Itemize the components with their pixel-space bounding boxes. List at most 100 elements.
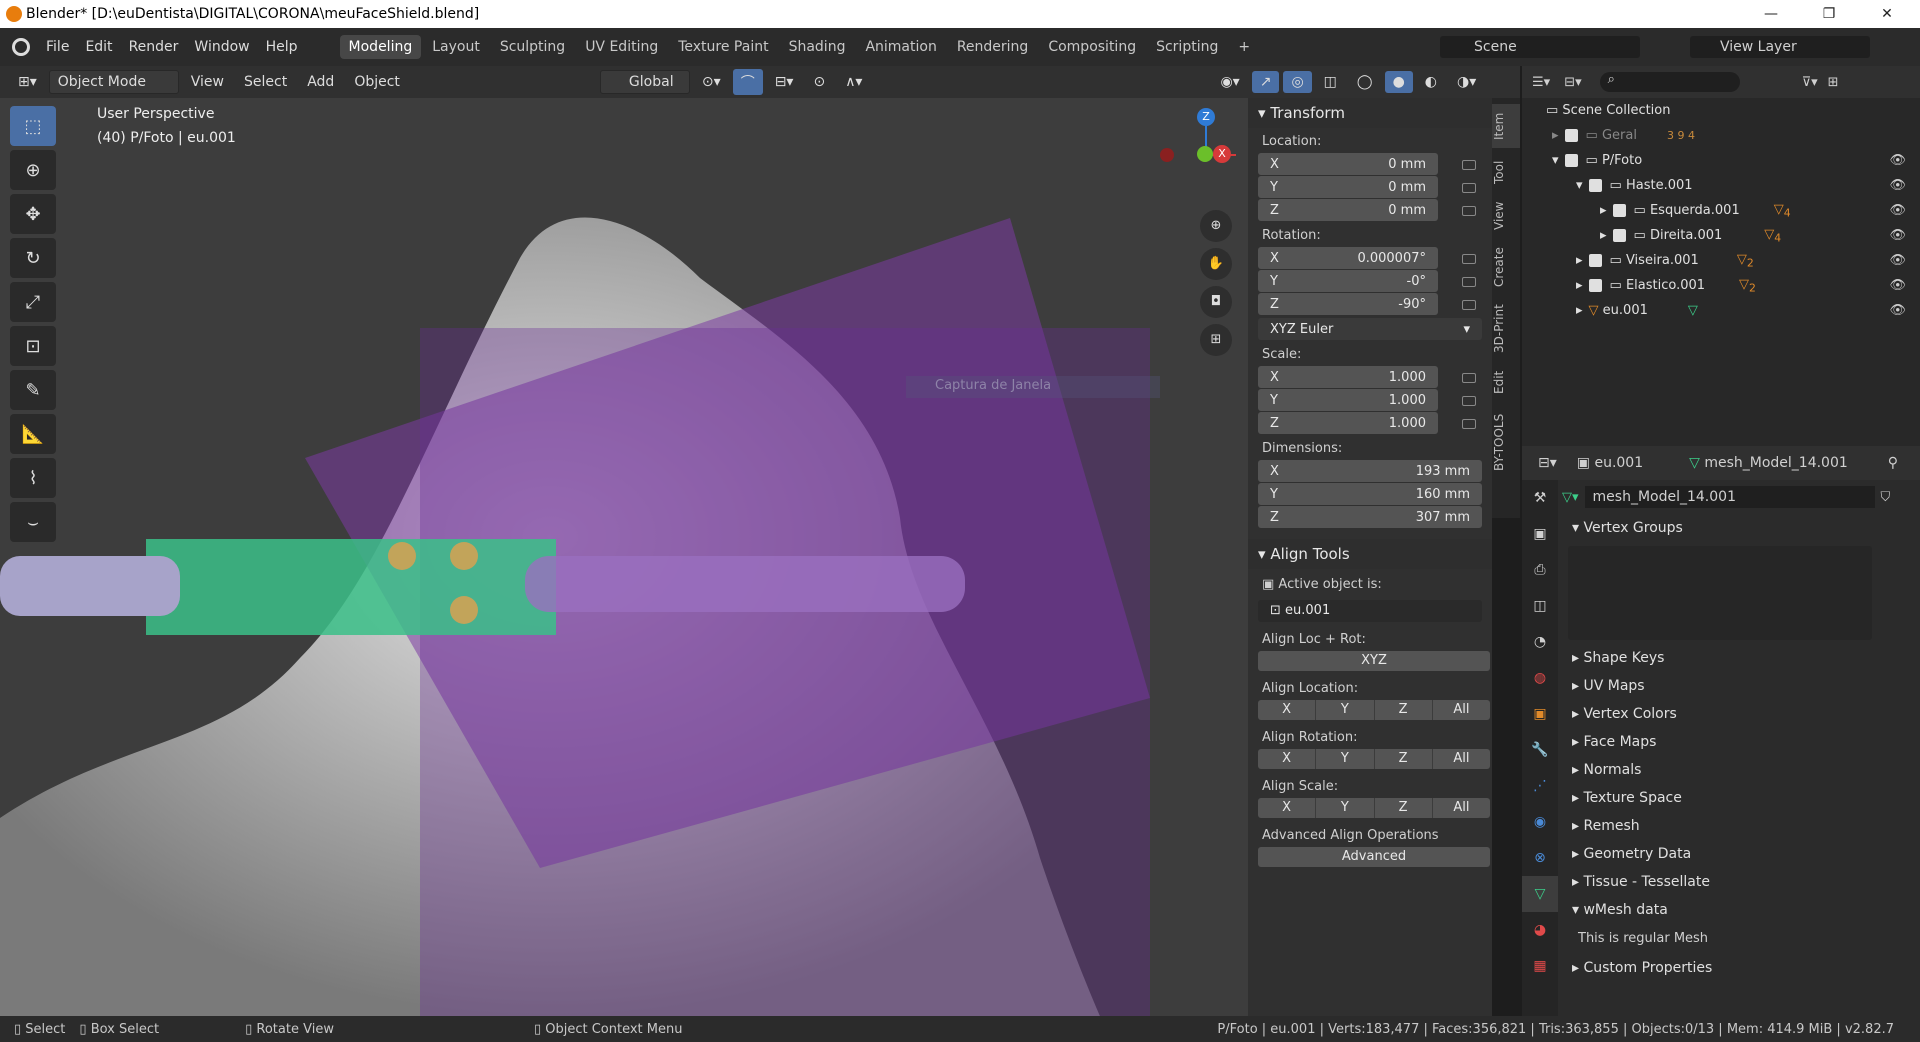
align-location-x-button[interactable]: X — [1258, 700, 1317, 720]
outliner-search-input[interactable]: ⌕ — [1599, 72, 1740, 92]
rotation-y-field[interactable]: Y -0° — [1258, 270, 1438, 292]
measure-icon[interactable]: 📐 — [10, 414, 56, 454]
eye-icon[interactable]: 👁 — [1889, 253, 1906, 268]
eye-icon[interactable]: 👁 — [1889, 303, 1906, 318]
select-box-icon[interactable]: ⬚ — [10, 106, 56, 146]
align-rotation-x-button[interactable]: X — [1258, 749, 1317, 769]
tab-layout[interactable]: Layout — [423, 35, 489, 59]
expand-icon[interactable]: ▸ — [1576, 303, 1583, 318]
location-z-field[interactable]: Z 0 mm — [1258, 199, 1438, 221]
lock-icon[interactable] — [1462, 395, 1476, 406]
menu-help[interactable]: Help — [258, 39, 306, 55]
lock-icon[interactable] — [1462, 253, 1476, 264]
rendered-shading-icon[interactable]: ◑▾ — [1449, 71, 1484, 93]
expand-icon[interactable]: ▸ — [1576, 253, 1583, 268]
menu-object[interactable]: Object — [346, 71, 408, 93]
dimension-z-field[interactable]: Z 307 mm — [1258, 506, 1482, 528]
section-geometry-data[interactable]: ▸ Geometry Data — [1558, 840, 1920, 868]
scale-x-field[interactable]: X 1.000 — [1258, 366, 1438, 388]
align-scale-x-button[interactable]: X — [1258, 798, 1317, 818]
expand-icon[interactable]: ▸ — [1576, 278, 1583, 293]
outliner-item-eu[interactable]: ▸ ▽ eu.001 ▽ 👁 — [1522, 298, 1920, 323]
tab-by-tools[interactable]: BY-TOOLS — [1492, 404, 1520, 480]
section-wmesh[interactable]: ▾ wMesh data — [1558, 896, 1920, 924]
checkbox[interactable] — [1564, 154, 1578, 167]
dimension-x-field[interactable]: X 193 mm — [1258, 460, 1482, 482]
pivot-icon[interactable]: ⊙▾ — [694, 71, 729, 93]
transform-header[interactable]: ▾ Transform — [1248, 98, 1492, 128]
output-tab-icon[interactable]: ⎙ — [1522, 552, 1558, 588]
advanced-button[interactable]: Advanced — [1258, 847, 1490, 867]
rotation-z-field[interactable]: Z -90° — [1258, 293, 1438, 315]
falloff-icon[interactable]: ∧▾ — [837, 71, 870, 93]
checkbox[interactable] — [1588, 179, 1602, 192]
lock-icon[interactable] — [1462, 182, 1476, 193]
menu-add[interactable]: Add — [299, 71, 342, 93]
proportional-edit-icon[interactable]: ⊙ — [805, 71, 833, 93]
data-tab-icon[interactable]: ▽ — [1522, 876, 1558, 912]
section-custom-properties[interactable]: ▸ Custom Properties — [1558, 954, 1920, 982]
expand-icon[interactable]: ▾ — [1576, 178, 1583, 193]
vertex-groups-list[interactable] — [1568, 546, 1872, 640]
orientation-dropdown[interactable]: Global — [599, 70, 690, 94]
rotate-icon[interactable]: ↻ — [10, 238, 56, 278]
rotation-mode-dropdown[interactable]: XYZ Euler ▾ — [1258, 318, 1482, 340]
eye-icon[interactable]: 👁 — [1889, 203, 1906, 218]
tool-tab-icon[interactable]: ⚒ — [1522, 480, 1558, 516]
align-rotation-z-button[interactable]: Z — [1375, 749, 1433, 769]
material-shading-icon[interactable]: ◐ — [1417, 71, 1445, 93]
section-shape-keys[interactable]: ▸ Shape Keys — [1558, 644, 1920, 672]
eye-icon[interactable]: 👁 — [1889, 228, 1906, 243]
section-face-maps[interactable]: ▸ Face Maps — [1558, 728, 1920, 756]
tab-texture-paint[interactable]: Texture Paint — [669, 35, 777, 59]
expand-icon[interactable]: ▸ — [1552, 128, 1559, 143]
pan-hand-icon[interactable]: ✋ — [1200, 248, 1232, 280]
move-icon[interactable]: ✥ — [10, 194, 56, 234]
tab-modeling[interactable]: Modeling — [339, 35, 422, 59]
section-remesh[interactable]: ▸ Remesh — [1558, 812, 1920, 840]
section-tissue[interactable]: ▸ Tissue - Tessellate — [1558, 868, 1920, 896]
world-tab-icon[interactable]: ◍ — [1522, 660, 1558, 696]
align-scale-y-button[interactable]: Y — [1316, 798, 1375, 818]
checkbox[interactable] — [1612, 229, 1626, 242]
checkbox[interactable] — [1564, 129, 1578, 142]
outliner-item-geral[interactable]: ▸ ▭ Geral 3 9 4 — [1522, 123, 1920, 148]
transform-icon[interactable]: ⊡ — [10, 326, 56, 366]
scale-icon[interactable]: ⤢ — [10, 282, 56, 322]
outliner-item-viseira[interactable]: ▸ ▭ Viseira.001 ▽2 👁 — [1522, 248, 1920, 273]
align-rotation-all-button[interactable]: All — [1433, 749, 1490, 769]
lock-icon[interactable] — [1462, 205, 1476, 216]
3d-viewport[interactable]: Captura de Janela User Perspective (40) … — [0, 98, 1248, 1016]
render-tab-icon[interactable]: ▣ — [1522, 516, 1558, 552]
new-collection-icon[interactable]: ⊞ — [1828, 75, 1839, 90]
camera-icon[interactable]: ◘ — [1200, 286, 1232, 318]
dimension-y-field[interactable]: Y 160 mm — [1258, 483, 1482, 505]
editor-type-icon[interactable]: ⊟▾ — [1538, 455, 1557, 471]
mesh-name-field[interactable]: mesh_Model_14.001 — [1584, 486, 1875, 508]
physics-tab-icon[interactable]: ◉ — [1522, 804, 1558, 840]
outliner-item-haste[interactable]: ▾ ▭ Haste.001 👁 — [1522, 173, 1920, 198]
align-location-all-button[interactable]: All — [1433, 700, 1490, 720]
section-uv-maps[interactable]: ▸ UV Maps — [1558, 672, 1920, 700]
minimize-button[interactable]: — — [1748, 0, 1794, 28]
section-vertex-colors[interactable]: ▸ Vertex Colors — [1558, 700, 1920, 728]
tab-scripting[interactable]: Scripting — [1147, 35, 1227, 59]
tab-view[interactable]: View — [1492, 196, 1520, 236]
gizmo-z-axis[interactable]: Z — [1197, 108, 1215, 126]
overlay-toggle-icon[interactable]: ◎ — [1283, 71, 1312, 93]
eye-icon[interactable]: 👁 — [1889, 153, 1906, 168]
location-x-field[interactable]: X 0 mm — [1258, 153, 1438, 175]
curve-icon[interactable]: ⌣ — [10, 502, 56, 542]
visibility-icon[interactable]: ◉▾ — [1212, 71, 1247, 93]
tab-create[interactable]: Create — [1492, 240, 1520, 294]
filter-view-icon[interactable]: ⊟▾ — [1564, 75, 1581, 90]
close-button[interactable]: ✕ — [1864, 0, 1910, 28]
editor-type-icon[interactable]: ⊞▾ — [10, 71, 45, 93]
align-scale-z-button[interactable]: Z — [1375, 798, 1433, 818]
vertex-groups-header[interactable]: ▾ Vertex Groups — [1558, 514, 1920, 542]
tab-tool[interactable]: Tool — [1492, 152, 1520, 192]
section-normals[interactable]: ▸ Normals — [1558, 756, 1920, 784]
checkbox[interactable] — [1612, 204, 1626, 217]
gizmo-toggle-icon[interactable]: ↗ — [1251, 71, 1280, 93]
gizmo-y-axis[interactable] — [1197, 146, 1213, 162]
